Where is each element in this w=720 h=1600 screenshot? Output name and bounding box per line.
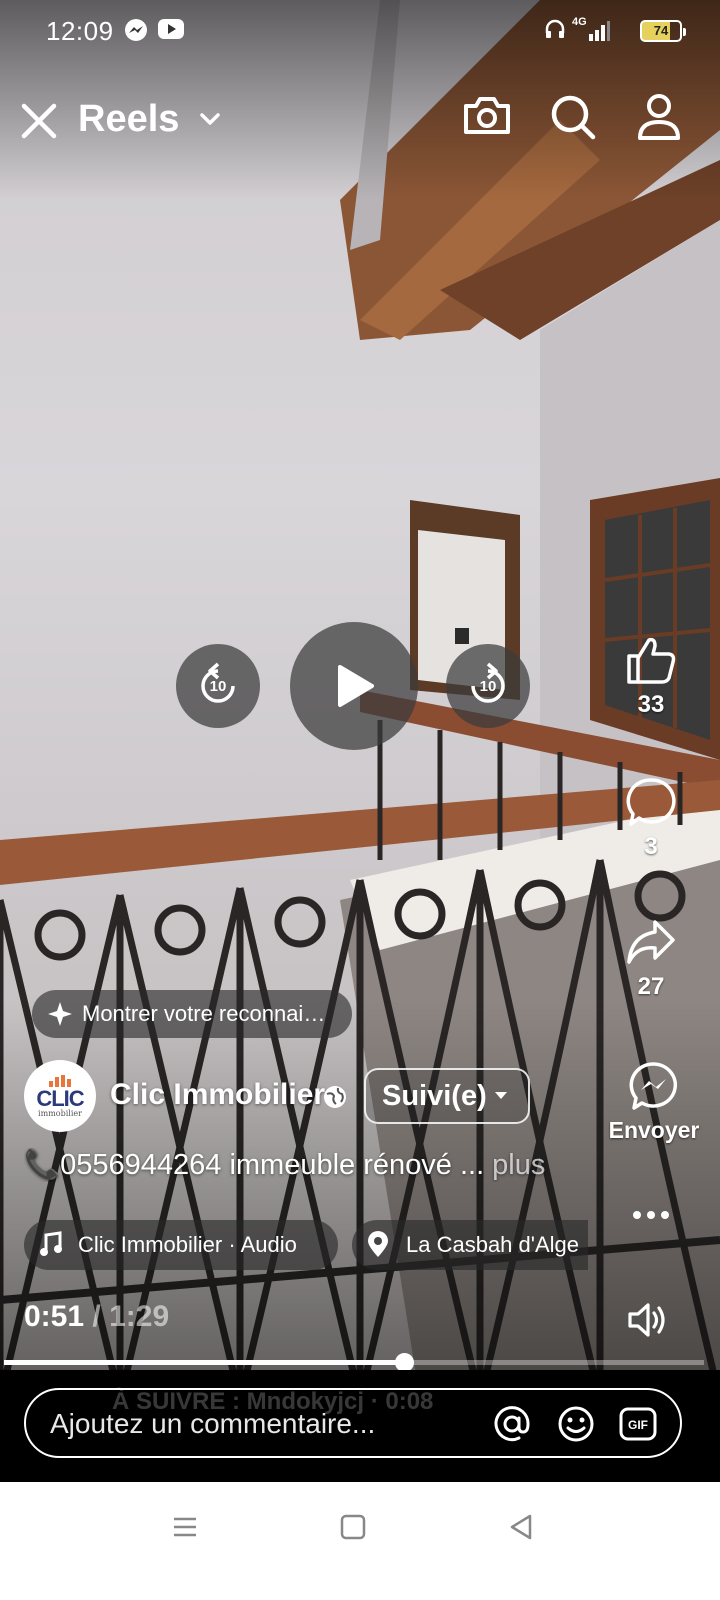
comment-input[interactable]: Ajoutez un commentaire... GIF: [24, 1388, 682, 1458]
status-bar: 12:09 4G 74: [0, 0, 720, 62]
home-icon[interactable]: [338, 1512, 368, 1547]
location-label: La Casbah d'Alge: [406, 1232, 579, 1257]
svg-text:GIF: GIF: [628, 1418, 648, 1432]
search-icon[interactable]: [548, 92, 598, 147]
comment-placeholder: Ajoutez un commentaire...: [50, 1408, 376, 1439]
avatar-logo-subtext: immobilier: [38, 1108, 82, 1118]
comment-count: 3: [644, 833, 658, 860]
signal-icon: [588, 20, 610, 47]
thumbs-up-icon: [627, 637, 676, 684]
emoji-icon[interactable]: [556, 1404, 596, 1449]
location-pin-icon: [368, 1231, 388, 1257]
duration: 1:29: [109, 1300, 170, 1333]
comment-button[interactable]: 3: [611, 776, 691, 861]
messenger-notification-icon: [124, 18, 148, 47]
chevron-down-icon[interactable]: [198, 110, 222, 133]
see-more-link[interactable]: plus: [484, 1149, 545, 1181]
comment-area: À SUIVRE : Mndokyjcj · 0:08 Ajoutez un c…: [0, 1370, 720, 1482]
rewind-10-button[interactable]: 10: [176, 644, 260, 728]
menu-icon[interactable]: [170, 1512, 200, 1547]
progress-bar[interactable]: [4, 1353, 704, 1372]
stars-icon: [48, 1002, 72, 1026]
caret-down-icon: [494, 1092, 507, 1099]
send-label: Envoyer: [608, 1117, 700, 1143]
appreciation-button[interactable]: Montrer votre reconnai…: [32, 990, 352, 1038]
battery-indicator: 74: [640, 20, 686, 42]
location-button[interactable]: La Casbah d'Alge: [352, 1220, 588, 1270]
share-arrow-icon: [627, 920, 675, 964]
send-button[interactable]: Envoyer: [606, 1060, 702, 1144]
back-icon[interactable]: [506, 1512, 536, 1547]
play-icon: [338, 665, 374, 707]
avatar-logo-bars: [49, 1074, 71, 1087]
post-caption[interactable]: 📞0556944264 immeuble rénové ... plus: [24, 1148, 584, 1182]
forward-10-button[interactable]: 10: [446, 644, 530, 728]
network-type: 4G: [572, 16, 587, 28]
share-count: 27: [637, 973, 665, 1000]
rewind-seconds: 10: [209, 677, 227, 695]
current-time: 0:51: [24, 1300, 85, 1333]
youtube-notification-icon: [158, 18, 184, 45]
system-nav-bar: [0, 1482, 720, 1600]
follow-button[interactable]: Suivi(e): [364, 1068, 530, 1124]
page-title[interactable]: Reels: [78, 98, 179, 141]
more-dots-icon[interactable]: [611, 1208, 691, 1227]
camera-icon[interactable]: [462, 92, 512, 143]
at-icon[interactable]: [492, 1404, 532, 1449]
like-count: 33: [637, 691, 665, 718]
status-time: 12:09: [46, 16, 114, 46]
play-button[interactable]: [290, 622, 418, 750]
globe-icon: [322, 1084, 348, 1115]
comment-bubble-icon: [626, 778, 676, 826]
page-name[interactable]: Clic Immobilier: [110, 1078, 325, 1112]
battery-level: 74: [653, 23, 669, 38]
appreciation-label: Montrer votre reconnai…: [82, 1001, 326, 1026]
like-button[interactable]: 33: [611, 634, 691, 719]
reels-header: Reels: [0, 80, 720, 170]
caption-text: 📞0556944264 immeuble rénové ...: [24, 1149, 485, 1181]
messenger-icon: [629, 1062, 678, 1110]
progress-fill: [4, 1360, 406, 1365]
avatar[interactable]: CLIC immobilier: [24, 1060, 96, 1132]
time-separator: /: [92, 1300, 101, 1333]
playback-time: 0:51 / 1:29: [24, 1300, 169, 1334]
music-note-icon: [40, 1231, 62, 1256]
volume-icon[interactable]: [626, 1300, 670, 1345]
headphones-icon: [544, 18, 566, 45]
forward-seconds: 10: [479, 677, 497, 695]
share-button[interactable]: 27: [611, 916, 691, 1001]
audio-button[interactable]: Clic Immobilier · Audio: [24, 1220, 338, 1270]
gif-icon[interactable]: GIF: [618, 1404, 658, 1449]
follow-label: Suivi(e): [382, 1079, 487, 1112]
audio-label: Clic Immobilier · Audio: [78, 1232, 297, 1257]
close-icon[interactable]: [18, 100, 60, 142]
avatar-logo-text: CLIC: [36, 1085, 84, 1111]
profile-icon[interactable]: [636, 92, 682, 147]
